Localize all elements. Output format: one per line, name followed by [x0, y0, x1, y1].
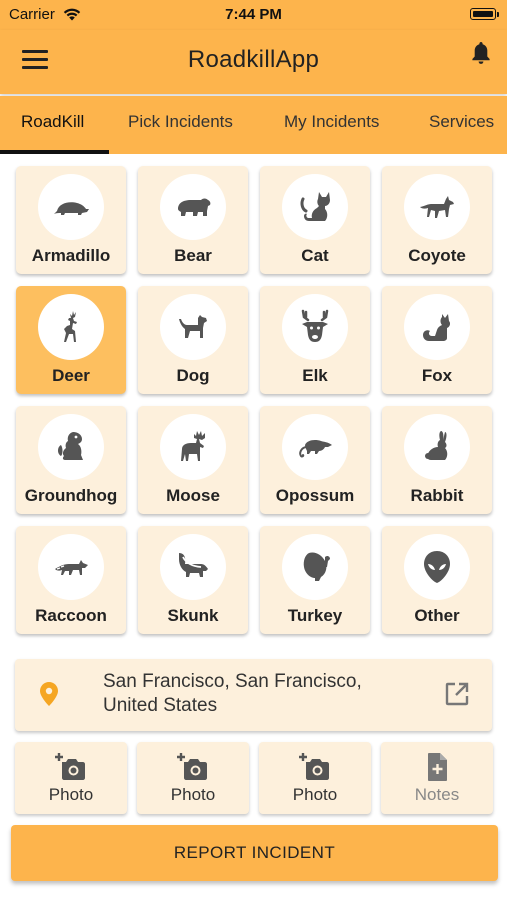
animal-tile-dog[interactable]: Dog	[138, 286, 248, 394]
animal-label: Fox	[421, 366, 453, 385]
animal-label: Cat	[301, 246, 329, 265]
tab-pick-incidents[interactable]: Pick Incidents	[128, 96, 233, 154]
animal-label: Deer	[52, 366, 90, 385]
fox-icon	[423, 314, 451, 341]
icon-circle	[160, 174, 226, 240]
status-bar: Carrier 7:44 PM	[0, 0, 507, 30]
icon-circle	[38, 534, 104, 600]
tab-bar: RoadKill Pick Incidents My Incidents Ser…	[0, 96, 507, 154]
animal-tile-fox[interactable]: Fox	[382, 286, 492, 394]
animal-label: Skunk	[167, 606, 219, 625]
elk-icon	[301, 309, 329, 342]
animal-label: Groundhog	[24, 486, 118, 505]
app-title: RoadkillApp	[187, 46, 320, 73]
icon-circle	[282, 534, 348, 600]
icon-circle	[404, 534, 470, 600]
animal-tile-skunk[interactable]: Skunk	[138, 526, 248, 634]
animal-label: Coyote	[408, 246, 466, 265]
animal-label: Other	[414, 606, 460, 625]
animal-tile-turkey[interactable]: Turkey	[260, 526, 370, 634]
coyote-icon	[420, 196, 454, 218]
dog-icon	[179, 315, 207, 338]
open-external-icon[interactable]	[444, 681, 470, 707]
location-line-1: San Francisco, San Francisco,	[103, 671, 362, 692]
location-address: San Francisco, San Francisco, United Sta…	[103, 670, 362, 718]
icon-circle	[38, 414, 104, 480]
icon-circle	[160, 534, 226, 600]
animal-tile-groundhog[interactable]: Groundhog	[16, 406, 126, 514]
groundhog-icon	[58, 432, 83, 460]
tab-my-incidents[interactable]: My Incidents	[284, 96, 379, 154]
icon-circle	[282, 414, 348, 480]
icon-circle	[404, 174, 470, 240]
rabbit-icon	[425, 431, 448, 460]
tab-services[interactable]: Services	[429, 96, 494, 154]
add-photo-button-2[interactable]: Photo	[137, 742, 249, 814]
animal-label: Dog	[176, 366, 210, 385]
raccoon-icon	[55, 560, 88, 575]
animal-tile-raccoon[interactable]: Raccoon	[16, 526, 126, 634]
animal-label: Elk	[302, 366, 328, 385]
cat-icon	[300, 192, 330, 221]
add-photo-button-1[interactable]: Photo	[15, 742, 127, 814]
media-button-label: Photo	[170, 785, 216, 804]
animal-label: Moose	[166, 486, 220, 505]
animal-label: Opossum	[275, 486, 355, 505]
add-photo-icon	[299, 753, 329, 780]
media-button-label: Photo	[292, 785, 338, 804]
skunk-icon	[179, 553, 208, 577]
alien-icon	[424, 551, 450, 583]
armadillo-icon	[54, 202, 89, 215]
animal-label: Raccoon	[35, 606, 107, 625]
tab-roadkill[interactable]: RoadKill	[21, 96, 84, 154]
app-bar: RoadkillApp	[0, 30, 507, 94]
battery-icon	[470, 8, 499, 20]
location-card[interactable]: San Francisco, San Francisco, United Sta…	[15, 659, 492, 731]
deer-icon	[64, 311, 77, 342]
animal-tile-deer[interactable]: Deer	[16, 286, 126, 394]
animal-tile-rabbit[interactable]: Rabbit	[382, 406, 492, 514]
animal-tile-opossum[interactable]: Opossum	[260, 406, 370, 514]
moose-icon	[181, 431, 205, 461]
add-note-icon	[428, 753, 447, 781]
add-photo-icon	[55, 753, 85, 780]
animal-label: Rabbit	[410, 486, 464, 505]
opossum-icon	[299, 440, 332, 458]
clock-time: 7:44 PM	[225, 6, 282, 23]
icon-circle	[404, 414, 470, 480]
active-tab-indicator	[0, 150, 109, 154]
bear-icon	[178, 198, 211, 216]
media-button-label: Notes	[414, 785, 460, 804]
icon-circle	[282, 174, 348, 240]
media-button-label: Photo	[48, 785, 94, 804]
icon-circle	[282, 294, 348, 360]
icon-circle	[160, 294, 226, 360]
animal-tile-moose[interactable]: Moose	[138, 406, 248, 514]
location-line-2: United States	[103, 695, 218, 716]
animal-label: Armadillo	[31, 246, 111, 265]
report-incident-button[interactable]: REPORT INCIDENT	[11, 825, 498, 881]
add-notes-button[interactable]: Notes	[381, 742, 493, 814]
animal-tile-bear[interactable]: Bear	[138, 166, 248, 274]
icon-circle	[38, 174, 104, 240]
animal-tile-other[interactable]: Other	[382, 526, 492, 634]
animal-label: Bear	[174, 246, 212, 265]
animal-tile-coyote[interactable]: Coyote	[382, 166, 492, 274]
add-photo-icon	[177, 753, 207, 780]
turkey-icon	[303, 552, 330, 581]
animal-tile-elk[interactable]: Elk	[260, 286, 370, 394]
add-photo-button-3[interactable]: Photo	[259, 742, 371, 814]
icon-circle	[404, 294, 470, 360]
icon-circle	[38, 294, 104, 360]
location-pin-icon	[40, 682, 58, 706]
animal-tile-armadillo[interactable]: Armadillo	[16, 166, 126, 274]
icon-circle	[160, 414, 226, 480]
animal-label: Turkey	[287, 606, 343, 625]
animal-tile-cat[interactable]: Cat	[260, 166, 370, 274]
bell-icon[interactable]	[469, 40, 493, 66]
